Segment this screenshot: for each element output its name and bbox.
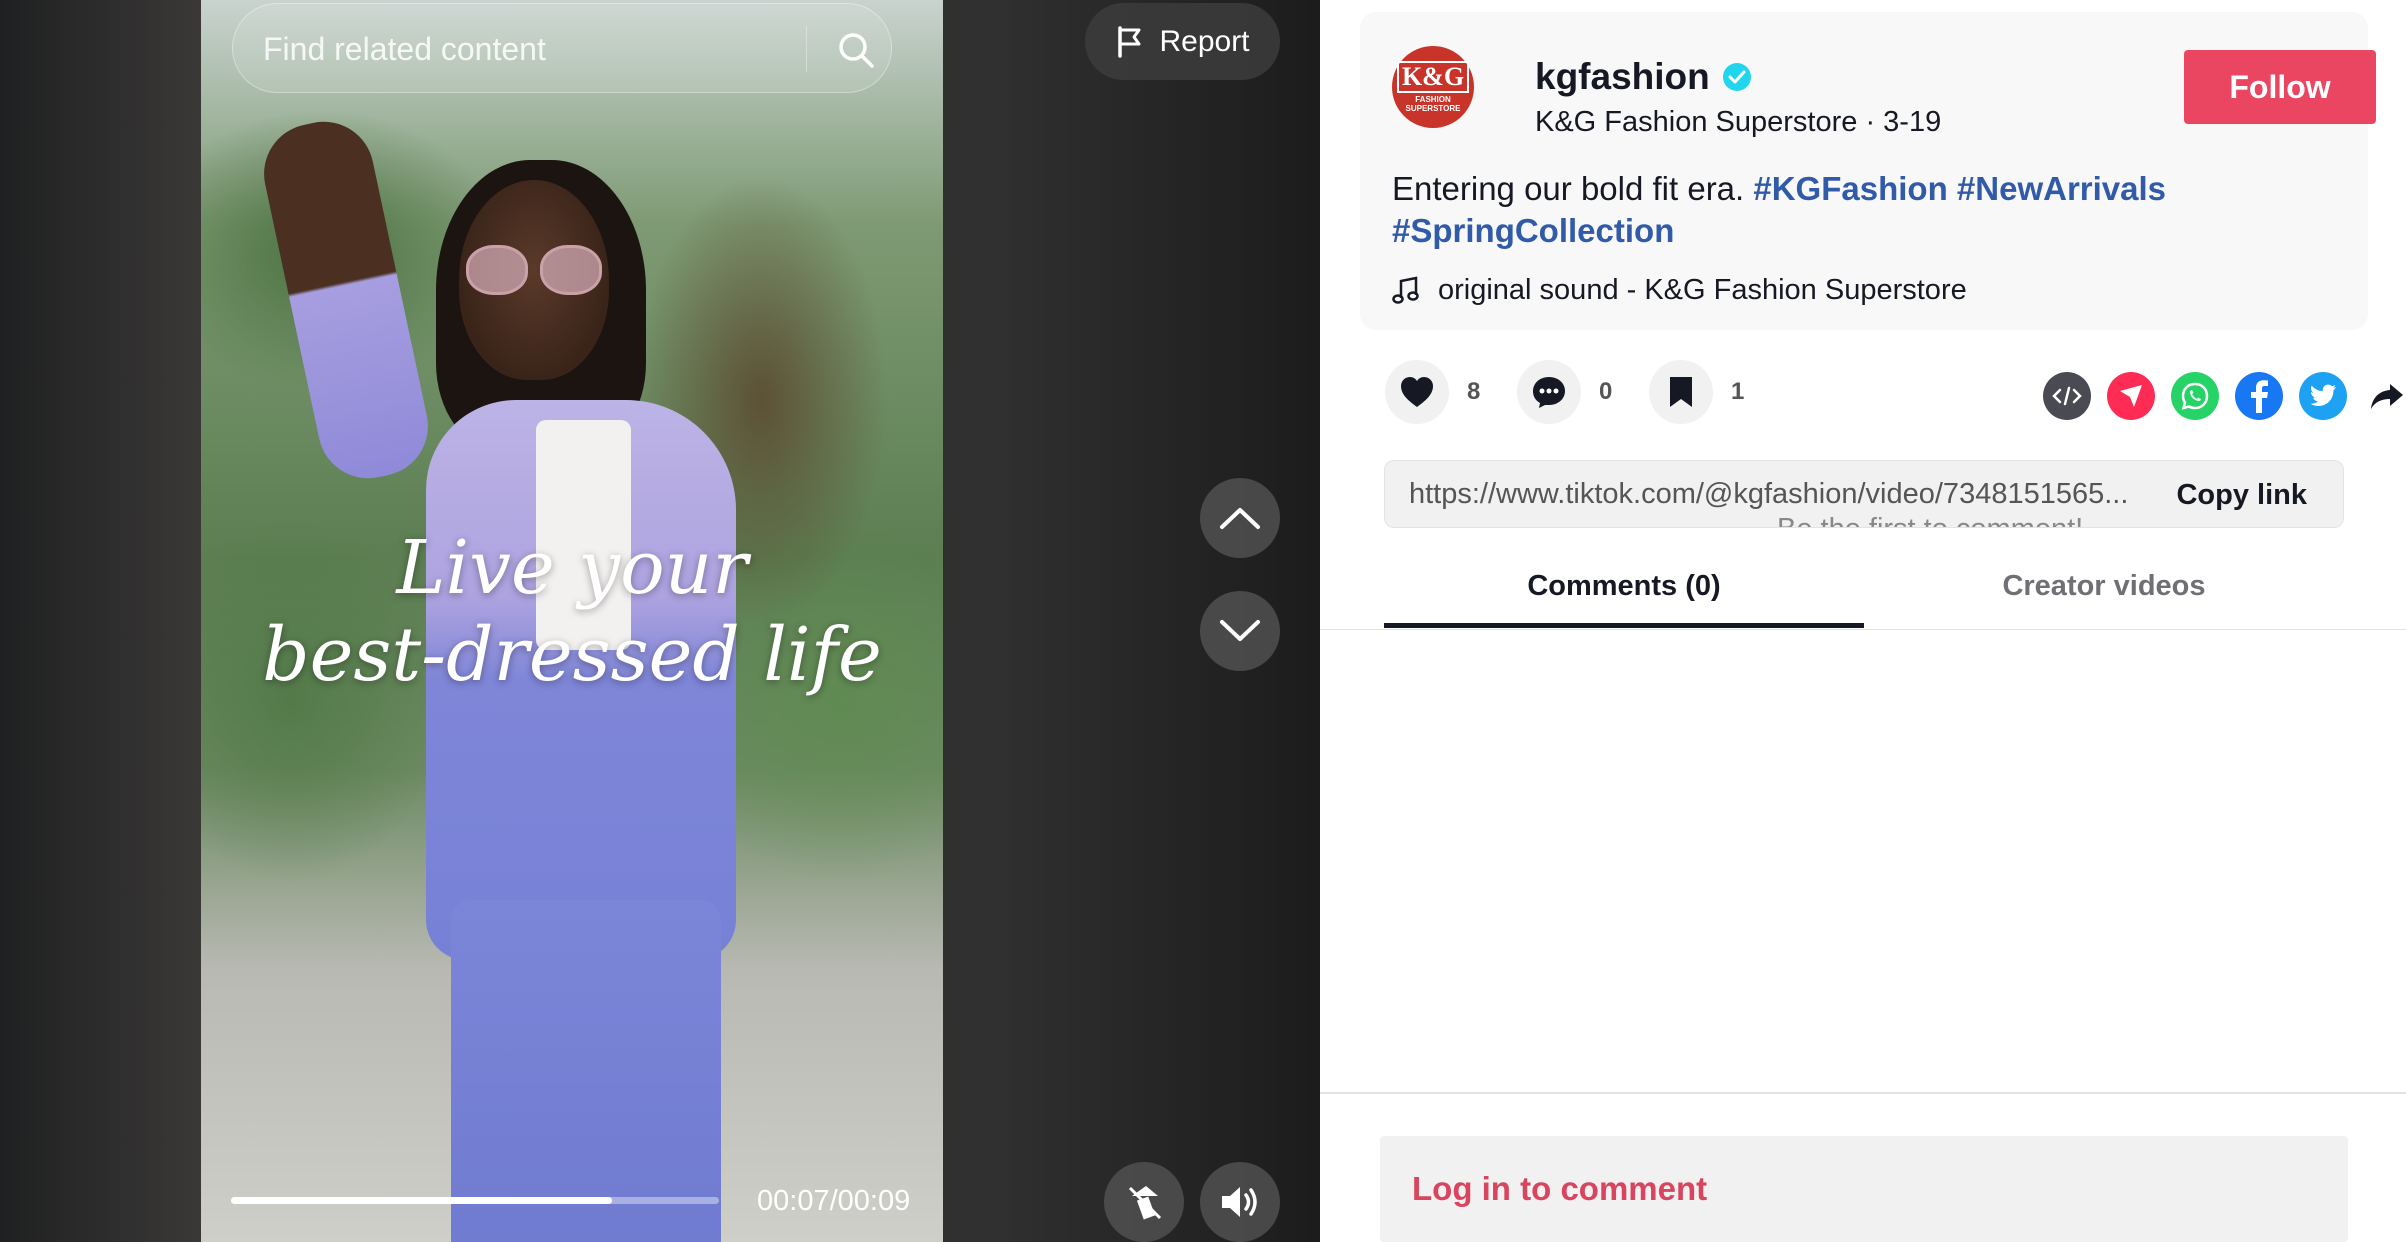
floating-player-button[interactable] [1104, 1162, 1184, 1242]
copy-link-box[interactable]: https://www.tiktok.com/@kgfashion/video/… [1384, 460, 2344, 528]
save-button[interactable] [1649, 360, 1713, 424]
video-overlay-line-2: best-dressed life [262, 612, 882, 698]
volume-icon [1222, 1187, 1257, 1217]
video-progress-fill [231, 1197, 612, 1204]
video-figure-sunglasses [466, 245, 606, 295]
search-divider [806, 26, 807, 72]
follow-button[interactable]: Follow [2184, 50, 2376, 124]
embed-icon[interactable] [2043, 372, 2091, 420]
video-figure-arm [254, 112, 438, 488]
report-button[interactable]: Report [1085, 3, 1280, 80]
video-frame[interactable]: Live your best-dressed life 00:07/00:09 [201, 0, 943, 1242]
video-overlay-line-1: Live your [396, 525, 748, 611]
video-figure-pants [451, 900, 721, 1242]
like-button[interactable] [1385, 360, 1449, 424]
heart-icon [1401, 377, 1433, 407]
details-panel: K&G FASHION SUPERSTORE kgfashion K&G Fas… [1320, 0, 2406, 1242]
author-display-line: K&G Fashion Superstore · 3-19 [1535, 106, 1942, 138]
video-time: 00:07/00:09 [757, 1185, 911, 1217]
save-action[interactable]: 1 [1649, 360, 1744, 424]
share-arrow-icon[interactable] [2363, 372, 2406, 420]
post-caption: Entering our bold fit era. #KGFashion #N… [1392, 168, 2322, 252]
tab-bar: Comments (0) Creator videos [1320, 548, 2406, 630]
chevron-up-icon [1220, 508, 1260, 529]
comment-button[interactable] [1517, 360, 1581, 424]
related-search-input[interactable] [263, 24, 783, 74]
send-icon[interactable] [2107, 372, 2155, 420]
video-progress-bar[interactable] [231, 1197, 719, 1204]
twitter-icon[interactable] [2299, 372, 2347, 420]
music-note-icon [1392, 275, 1419, 304]
facebook-icon[interactable] [2235, 372, 2283, 420]
report-label: Report [1159, 24, 1250, 58]
save-count: 1 [1731, 378, 1745, 405]
flag-icon [1118, 25, 1141, 58]
sound-title[interactable]: original sound - K&G Fashion Superstore [1438, 274, 1967, 307]
hashtag-link[interactable]: #NewArrivals [1957, 170, 2166, 207]
caption-text: Entering our bold fit era. [1392, 170, 1754, 207]
username[interactable]: kgfashion [1535, 56, 1710, 98]
next-video-button[interactable] [1200, 591, 1280, 671]
action-bar: 8 0 1 [1385, 360, 2403, 432]
sound-link[interactable]: original sound - K&G Fashion Superstore [1392, 274, 1967, 307]
comment-action[interactable]: 0 [1517, 360, 1612, 424]
avatar[interactable]: K&G FASHION SUPERSTORE [1392, 46, 1474, 128]
hashtag-link[interactable]: #SpringCollection [1392, 212, 1674, 249]
avatar-logo-subtext: FASHION SUPERSTORE [1405, 95, 1461, 113]
bookmark-icon [1670, 377, 1692, 407]
previous-video-button[interactable] [1200, 478, 1280, 558]
verified-badge-icon [1722, 63, 1751, 91]
copy-link-button[interactable]: Copy link [2148, 461, 2343, 527]
comment-divider [1320, 1092, 2406, 1094]
volume-button[interactable] [1200, 1162, 1280, 1242]
like-action[interactable]: 8 [1385, 360, 1480, 424]
avatar-logo-text: K&G [1396, 61, 1470, 93]
video-url: https://www.tiktok.com/@kgfashion/video/… [1409, 478, 2129, 510]
like-count: 8 [1467, 378, 1481, 405]
comment-bubble-icon [1533, 377, 1565, 408]
hashtag-link[interactable]: #KGFashion [1753, 170, 1947, 207]
login-to-comment-link[interactable]: Log in to comment [1412, 1170, 1707, 1208]
username-row[interactable]: kgfashion [1535, 56, 1752, 98]
chevron-down-icon [1220, 620, 1260, 641]
active-tab-indicator [1384, 623, 1864, 628]
tab-comments[interactable]: Comments (0) [1384, 570, 1864, 603]
comment-count: 0 [1599, 378, 1613, 405]
login-to-comment-bar[interactable]: Log in to comment [1380, 1136, 2348, 1242]
empty-comments-hint: Be the first to comment! [1777, 513, 2083, 527]
post-info-card: K&G FASHION SUPERSTORE kgfashion K&G Fas… [1360, 12, 2376, 330]
search-icon[interactable] [836, 30, 876, 70]
tab-creator-videos[interactable]: Creator videos [1864, 570, 2344, 603]
float-player-icon [1128, 1186, 1162, 1220]
whatsapp-icon[interactable] [2171, 372, 2219, 420]
video-player[interactable]: Live your best-dressed life 00:07/00:09 … [0, 0, 1320, 1242]
related-search-box[interactable] [232, 3, 892, 93]
